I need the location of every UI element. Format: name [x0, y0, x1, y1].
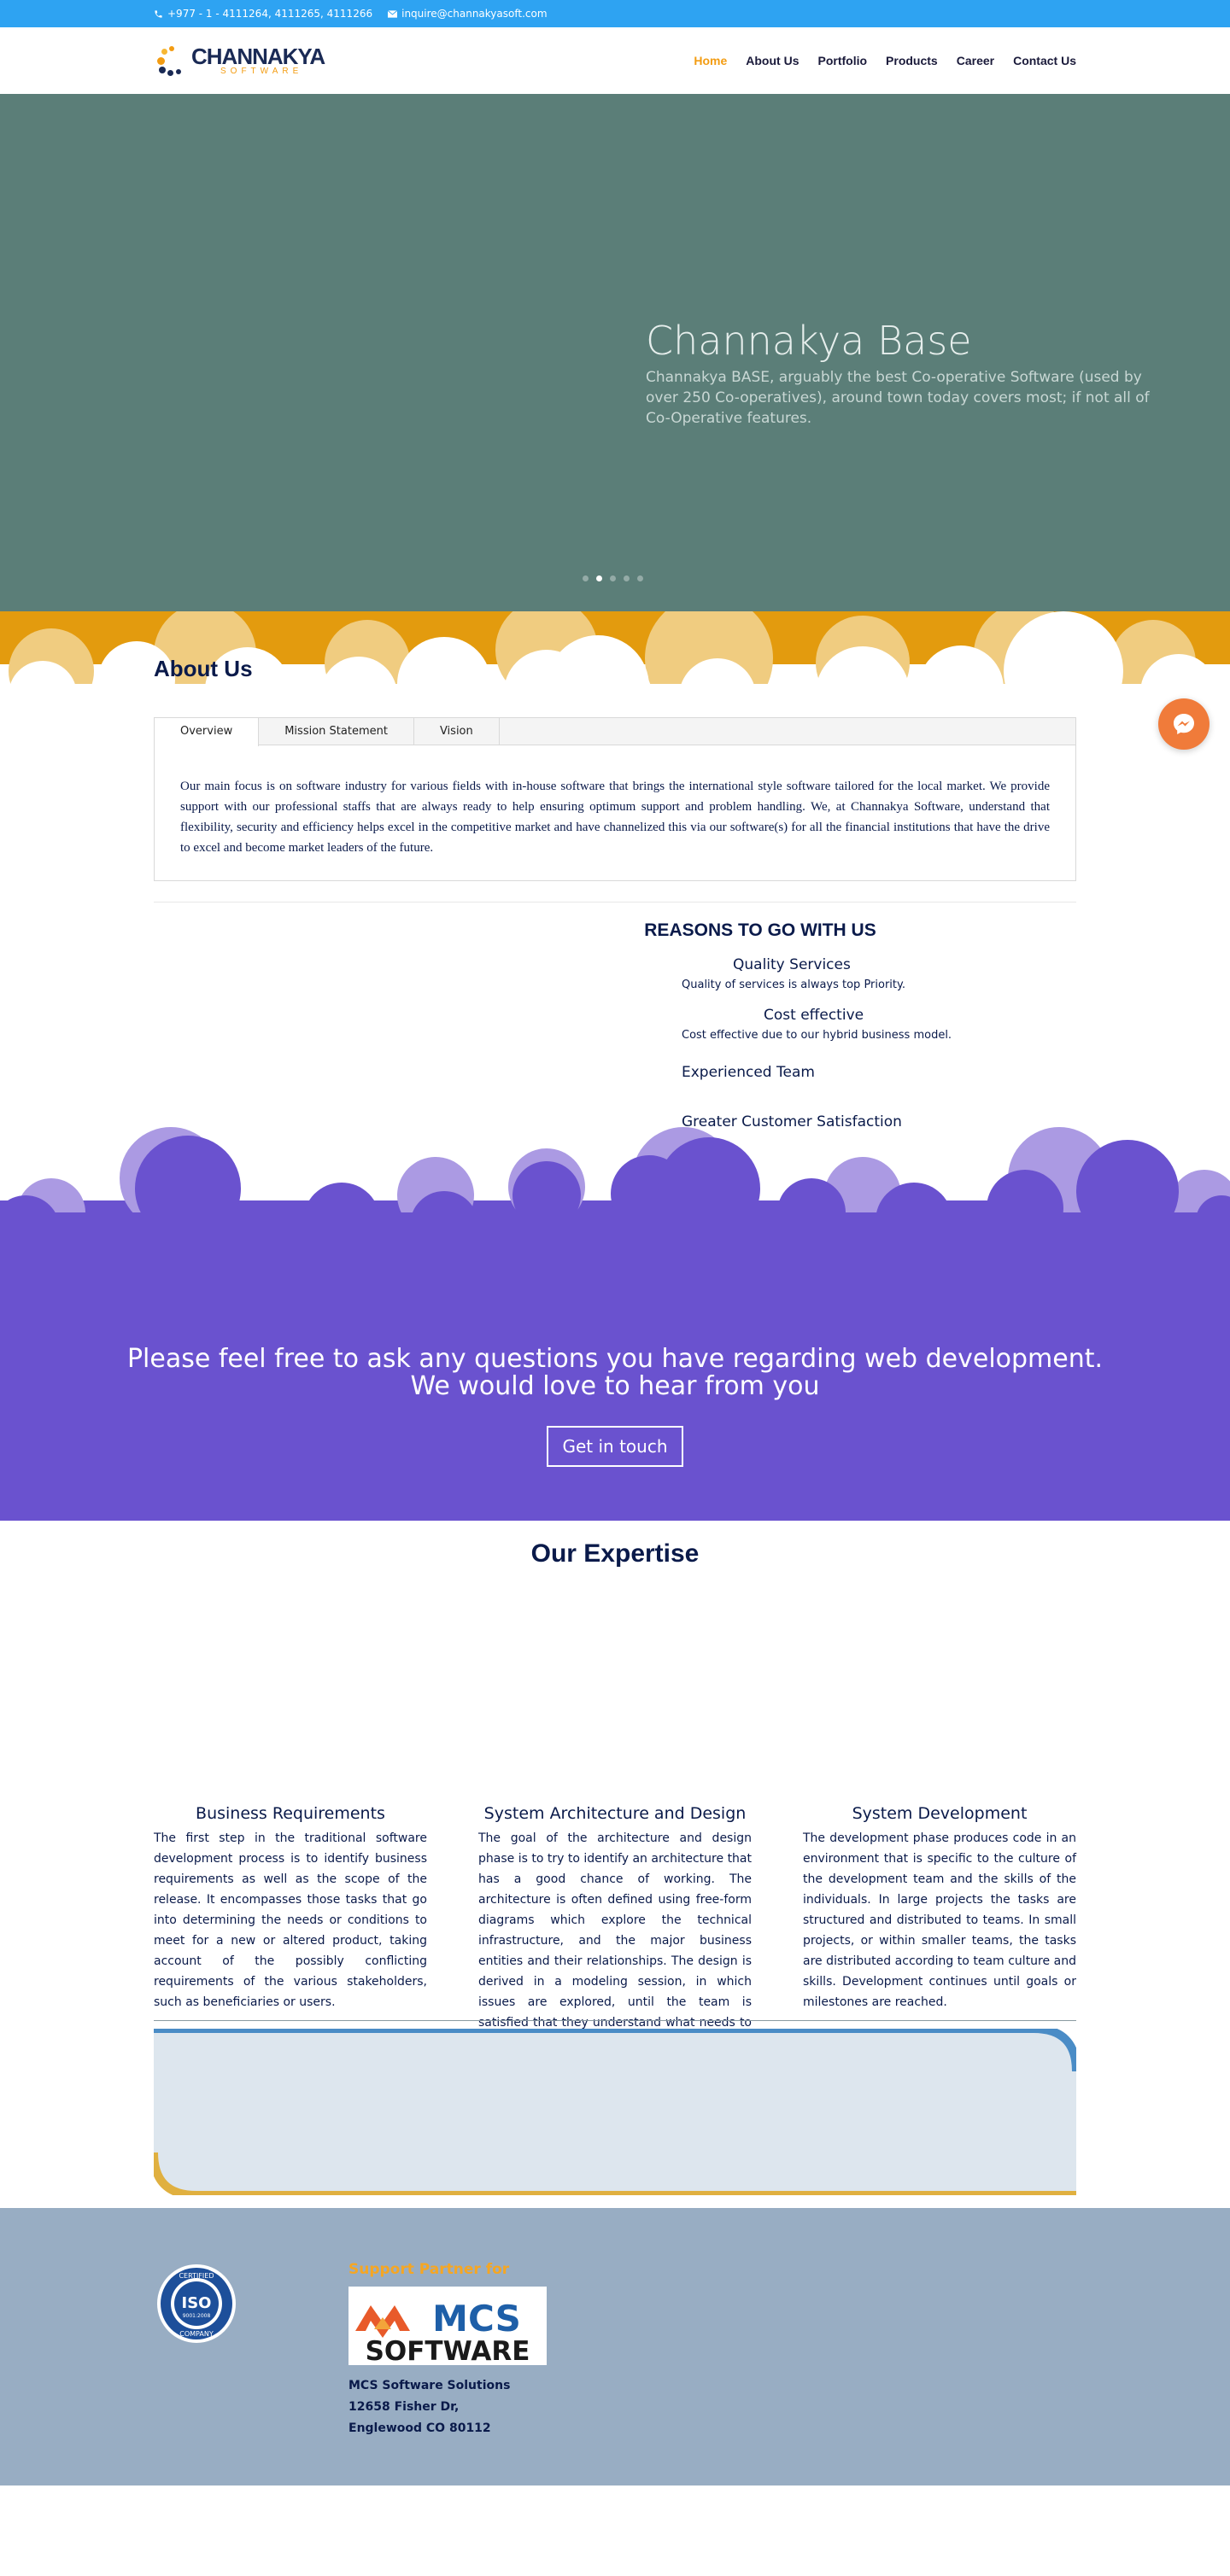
expertise-item: System Development The development phase…	[803, 1804, 1076, 2053]
site-footer: CERTIFIED ISO 9001:2008 COMPANY Support …	[0, 2208, 1230, 2485]
partner-address: MCS Software Solutions 12658 Fisher Dr, …	[348, 2375, 547, 2439]
iso-bottom-label: COMPANY	[179, 2330, 214, 2338]
cta-section: Please feel free to ask any questions yo…	[0, 1127, 1230, 1521]
messenger-chat-button[interactable]	[1158, 698, 1210, 750]
nav-contact-us[interactable]: Contact Us	[1013, 54, 1076, 67]
expertise-item-title: System Development	[852, 1804, 1028, 1823]
reason-title: Experienced Team	[682, 1064, 815, 1081]
site-header: CHANNAKYA SOFTWARE Home About Us Portfol…	[0, 27, 1230, 94]
cta-message: Please feel free to ask any questions yo…	[0, 1346, 1230, 1400]
nav-products[interactable]: Products	[886, 54, 938, 67]
about-tabs: Overview Mission Statement Vision Our ma…	[154, 717, 1076, 881]
cta-line-1: Please feel free to ask any questions yo…	[126, 1344, 1104, 1374]
mail-icon	[388, 9, 398, 18]
address-line: Englewood CO 80112	[348, 2421, 491, 2435]
clouds-divider-purple	[0, 1127, 1230, 1221]
address-line: MCS Software Solutions	[348, 2379, 511, 2392]
decorative-banner	[154, 2029, 1076, 2195]
expertise-item: System Architecture and Design The goal …	[478, 1804, 752, 2053]
iso-mid-label: ISO	[182, 2294, 212, 2312]
about-section: About Us Overview Mission Statement Visi…	[0, 611, 1230, 1200]
address-line: 12658 Fisher Dr,	[348, 2400, 460, 2414]
expertise-item-text: The development phase produces code in a…	[803, 1831, 1076, 2009]
phone-contact[interactable]: +977 - 1 - 4111264, 4111265, 4111266	[154, 8, 372, 20]
reason-item: Quality Services Quality of services is …	[641, 956, 999, 991]
hero-slider: Channakya Base Channakya BASE, arguably …	[0, 94, 1230, 611]
phone-icon	[155, 9, 162, 18]
expertise-item-text: The first step in the traditional softwa…	[154, 1831, 427, 2009]
logo-brand: CHANNAKYA	[191, 44, 325, 69]
expertise-item-title: Business Requirements	[196, 1804, 385, 1823]
hero-description: Channakya BASE, arguably the best Co-ope…	[646, 369, 1150, 427]
reason-item: Cost effective Cost effective due to our…	[641, 1007, 999, 1042]
expertise-section: Our Expertise Business Requirements The …	[0, 1521, 1230, 2054]
reason-title: Quality Services	[733, 956, 851, 973]
expertise-item-title: System Architecture and Design	[483, 1804, 747, 1823]
reason-text: Quality of services is always top Priori…	[682, 978, 905, 991]
slider-dot[interactable]	[624, 575, 630, 581]
iso-badge: CERTIFIED ISO 9001:2008 COMPANY	[157, 2264, 236, 2343]
logo-mark	[154, 44, 186, 78]
site-logo[interactable]: CHANNAKYA SOFTWARE	[154, 44, 325, 78]
email-contact[interactable]: inquire@channakyasoft.com	[388, 8, 548, 20]
expertise-rule	[154, 2020, 1076, 2021]
banner-section	[0, 2029, 1230, 2208]
reason-text: Cost effective due to our hybrid busines…	[682, 1029, 952, 1042]
partner-title: Support Partner for	[348, 2261, 510, 2278]
logo-sub: SOFTWARE	[220, 67, 303, 76]
mcs-bottom-text: SOFTWARE	[366, 2336, 530, 2365]
tab-vision[interactable]: Vision	[414, 718, 500, 745]
nav-home[interactable]: Home	[694, 54, 727, 67]
nav-career[interactable]: Career	[957, 54, 994, 67]
slider-dot[interactable]	[583, 575, 589, 581]
main-nav: Home About Us Portfolio Products Career …	[694, 54, 1076, 67]
top-bar: +977 - 1 - 4111264, 4111265, 4111266 inq…	[0, 0, 1230, 27]
iso-number: 9001:2008	[183, 2313, 211, 2319]
expertise-item: Business Requirements The first step in …	[154, 1804, 427, 2053]
about-title: About Us	[154, 656, 253, 681]
reason-title: Cost effective	[764, 1007, 864, 1024]
reasons-title: REASONS TO GO WITH US	[644, 920, 876, 940]
cta-line-2: We would love to hear from you	[410, 1371, 820, 1401]
support-partner: Support Partner for MCS SOFTWARE MCS Sof…	[348, 2261, 547, 2439]
tab-mission-statement[interactable]: Mission Statement	[259, 718, 414, 745]
email-text: inquire@channakyasoft.com	[401, 8, 548, 20]
slider-dot[interactable]	[610, 575, 616, 581]
tab-overview[interactable]: Overview	[155, 718, 260, 746]
hero-title: Channakya Base	[646, 318, 972, 364]
tab-content: Our main focus is on software industry f…	[180, 780, 1050, 855]
get-in-touch-button[interactable]: Get in touch	[547, 1426, 683, 1467]
phone-text: +977 - 1 - 4111264, 4111265, 4111266	[167, 8, 373, 20]
slider-dot-active[interactable]	[596, 575, 602, 581]
reason-item: Experienced Team	[641, 1064, 999, 1081]
reasons-block: REASONS TO GO WITH US Quality Services Q…	[641, 920, 999, 1130]
mcs-software-logo[interactable]: MCS SOFTWARE	[348, 2287, 547, 2367]
iso-top-label: CERTIFIED	[179, 2272, 214, 2280]
slider-dots	[583, 575, 643, 581]
expertise-title: Our Expertise	[530, 1539, 700, 1568]
nav-portfolio[interactable]: Portfolio	[817, 54, 867, 67]
messenger-icon	[1174, 714, 1194, 734]
mcs-top-text: MCS	[432, 2298, 521, 2339]
nav-about-us[interactable]: About Us	[746, 54, 799, 67]
slider-dot[interactable]	[637, 575, 643, 581]
